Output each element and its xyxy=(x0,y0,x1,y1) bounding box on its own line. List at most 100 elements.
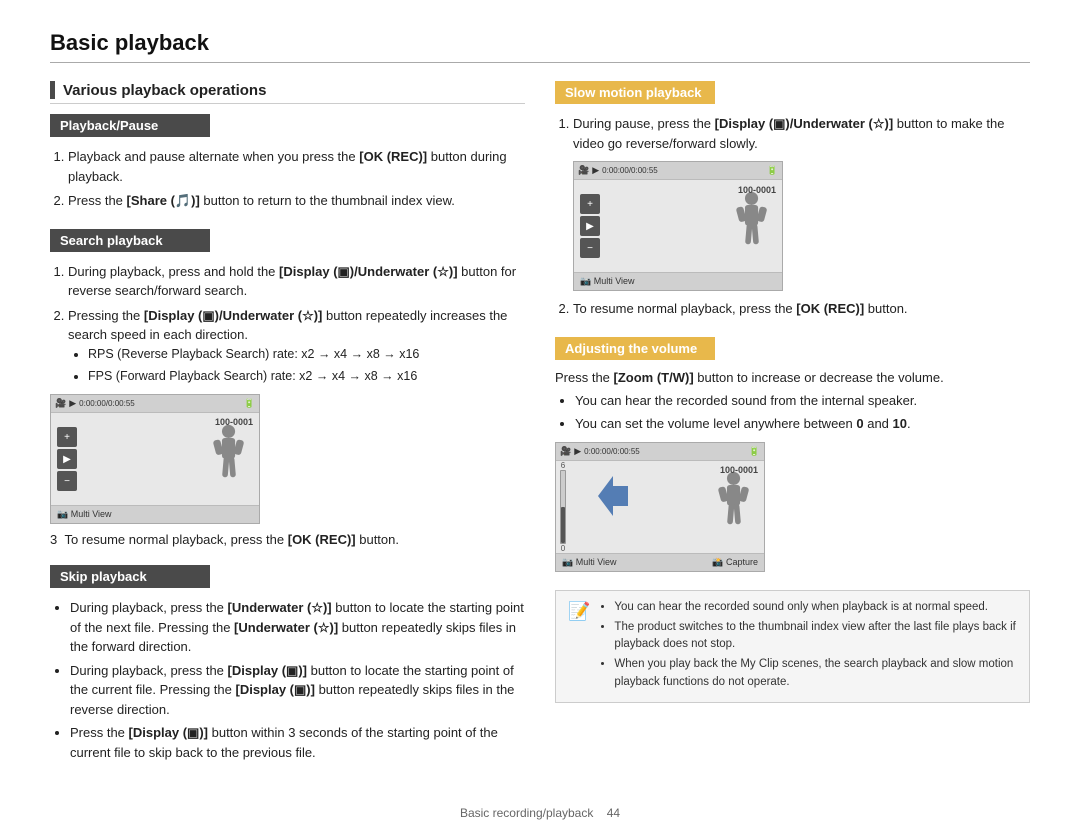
footer-text: Basic recording/playback xyxy=(460,806,593,820)
cam-btn-play: ▶ xyxy=(57,449,77,469)
cam-icons-left-sm: 🎥 ▶ 0:00:00/0:00:55 xyxy=(578,164,658,178)
list-item: To resume normal playback, press the [OK… xyxy=(573,299,1030,319)
note-icon: 📝 xyxy=(568,601,590,622)
skip-playback-list: During playback, press the [Underwater (… xyxy=(50,598,525,762)
list-item: Playback and pause alternate when you pr… xyxy=(68,147,525,186)
cam-timestamp: 0:00:00/0:00:55 xyxy=(79,399,135,408)
cam-bottom-bar-sm: 📷 Multi View xyxy=(574,272,782,290)
figure-silhouette-sm xyxy=(717,189,772,264)
cam-timestamp-vol: 0:00:00/0:00:55 xyxy=(584,447,640,456)
cam-icons-left: 🎥 ▶ 0:00:00/0:00:55 xyxy=(55,398,135,409)
cam-btn-plus-sm: + xyxy=(580,194,600,214)
figure-silhouette xyxy=(194,422,249,497)
list-item: During playback, press the [Display (▣)]… xyxy=(70,661,525,720)
section-header-various: Various playback operations xyxy=(50,81,525,99)
volume-fill xyxy=(561,507,565,543)
note-box: 📝 You can hear the recorded sound only w… xyxy=(555,590,1030,703)
adjusting-volume-bar: Adjusting the volume xyxy=(555,337,715,360)
list-item: You can hear the recorded sound only whe… xyxy=(614,599,1017,616)
rps-fps-list: RPS (Reverse Playback Search) rate: x2 →… xyxy=(68,345,525,387)
cam-multiview-label: 📷 Multi View xyxy=(57,509,112,520)
list-item: Press the [Display (▣)] button within 3 … xyxy=(70,723,525,762)
cam-bottom-bar-vol: 📷 Multi View 📸 Capture xyxy=(556,553,764,571)
cam-id-sm: 100-0001 xyxy=(738,184,776,198)
volume-bar xyxy=(560,470,566,544)
playback-pause-list: Playback and pause alternate when you pr… xyxy=(50,147,525,211)
list-item: When you play back the My Clip scenes, t… xyxy=(614,656,1017,691)
cam-controls: + ▶ − xyxy=(51,413,83,505)
arrow-pointer xyxy=(598,476,628,516)
search-playback-bar: Search playback xyxy=(50,229,210,252)
cam-video-area: 100-0001 xyxy=(83,413,259,505)
volume-intro: Press the [Zoom (T/W)] button to increas… xyxy=(555,370,1030,385)
cam-btn-minus-sm: − xyxy=(580,238,600,258)
cam-battery-sm: 🔋 xyxy=(767,164,778,178)
cam-icon-vol-2: ▶ xyxy=(574,446,581,457)
cam-icon-sm-1: 🎥 xyxy=(578,164,589,178)
vol-label-bot: 0 xyxy=(561,544,565,553)
cam-id: 100-0001 xyxy=(215,417,253,427)
volume-bar-container: 6 0 xyxy=(556,461,568,553)
search-resume-text: 3 To resume normal playback, press the [… xyxy=(50,532,525,547)
cam-body: + ▶ − 100-0001 xyxy=(51,413,259,505)
page-footer: Basic recording/playback 44 xyxy=(50,800,1030,820)
list-item: FPS (Forward Playback Search) rate: x2 →… xyxy=(88,367,525,386)
list-item: You can set the volume level anywhere be… xyxy=(575,414,1030,434)
cam-top-bar-sm: 🎥 ▶ 0:00:00/0:00:55 🔋 xyxy=(574,162,782,180)
cam-top-bar-vol: 🎥 ▶ 0:00:00/0:00:55 🔋 xyxy=(556,443,764,461)
search-playback-screen: 🎥 ▶ 0:00:00/0:00:55 🔋 + ▶ − 100-0001 xyxy=(50,394,260,524)
skip-playback-section: Skip playback During playback, press the… xyxy=(50,565,525,762)
note-list: You can hear the recorded sound only whe… xyxy=(598,599,1017,691)
right-column: Slow motion playback During pause, press… xyxy=(555,81,1030,780)
cam-icon-2: ▶ xyxy=(69,398,76,409)
cam-video-area-vol: 100-0001 xyxy=(568,461,764,553)
slow-motion-screen: 🎥 ▶ 0:00:00/0:00:55 🔋 + ▶ − xyxy=(573,161,783,291)
cam-multiview-vol: 📷 Multi View xyxy=(562,557,617,568)
cam-battery-vol: 🔋 xyxy=(749,446,760,457)
figure-silhouette-vol xyxy=(699,469,754,544)
note-content: You can hear the recorded sound only whe… xyxy=(598,599,1017,694)
cam-timestamp-sm: 0:00:00/0:00:55 xyxy=(602,165,658,177)
volume-screen: 🎥 ▶ 0:00:00/0:00:55 🔋 6 0 xyxy=(555,442,765,572)
cam-body-sm: + ▶ − 100-0001 xyxy=(574,180,782,272)
cam-btn-play-sm: ▶ xyxy=(580,216,600,236)
cam-btn-minus: − xyxy=(57,471,77,491)
list-item: During playback, press and hold the [Dis… xyxy=(68,262,525,301)
slow-motion-list: During pause, press the [Display (▣)/Und… xyxy=(555,114,1030,319)
search-playback-section: Search playback During playback, press a… xyxy=(50,229,525,548)
list-item: You can hear the recorded sound from the… xyxy=(575,391,1030,411)
cam-body-vol: 6 0 100-0001 xyxy=(556,461,764,553)
vol-label-top: 6 xyxy=(561,461,565,470)
slow-motion-bar: Slow motion playback xyxy=(555,81,715,104)
list-item: During pause, press the [Display (▣)/Und… xyxy=(573,114,1030,291)
cam-btn-plus: + xyxy=(57,427,77,447)
list-item: Press the [Share (🎵)] button to return t… xyxy=(68,191,525,211)
page-number: 44 xyxy=(607,806,620,820)
adjusting-volume-section: Adjusting the volume Press the [Zoom (T/… xyxy=(555,337,1030,572)
list-item: During playback, press the [Underwater (… xyxy=(70,598,525,657)
list-item: RPS (Reverse Playback Search) rate: x2 →… xyxy=(88,345,525,364)
cam-controls-sm: + ▶ − xyxy=(574,180,606,272)
list-item: Pressing the [Display (▣)/Underwater (☆)… xyxy=(68,306,525,387)
slow-motion-section: Slow motion playback During pause, press… xyxy=(555,81,1030,319)
playback-pause-section: Playback/Pause Playback and pause altern… xyxy=(50,114,525,211)
list-item: The product switches to the thumbnail in… xyxy=(614,619,1017,654)
cam-icon-sm-2: ▶ xyxy=(592,164,599,178)
playback-pause-bar: Playback/Pause xyxy=(50,114,210,137)
cam-capture-vol: 📸 Capture xyxy=(712,557,758,568)
cam-video-area-sm: 100-0001 xyxy=(606,180,782,272)
cam-icons-left-vol: 🎥 ▶ 0:00:00/0:00:55 xyxy=(560,446,640,457)
skip-playback-bar: Skip playback xyxy=(50,565,210,588)
left-accent-bar xyxy=(50,81,55,99)
cam-bottom-bar: 📷 Multi View xyxy=(51,505,259,523)
page-title: Basic playback xyxy=(50,30,1030,63)
cam-id-vol: 100-0001 xyxy=(720,465,758,475)
cam-multiview-sm: 📷 Multi View xyxy=(580,275,635,289)
cam-battery-icon: 🔋 xyxy=(244,398,255,409)
search-playback-list: During playback, press and hold the [Dis… xyxy=(50,262,525,387)
left-column: Various playback operations Playback/Pau… xyxy=(50,81,525,780)
cam-top-bar: 🎥 ▶ 0:00:00/0:00:55 🔋 xyxy=(51,395,259,413)
volume-bullets: You can hear the recorded sound from the… xyxy=(555,391,1030,434)
cam-icon-vol-1: 🎥 xyxy=(560,446,571,457)
cam-icon-1: 🎥 xyxy=(55,398,66,409)
